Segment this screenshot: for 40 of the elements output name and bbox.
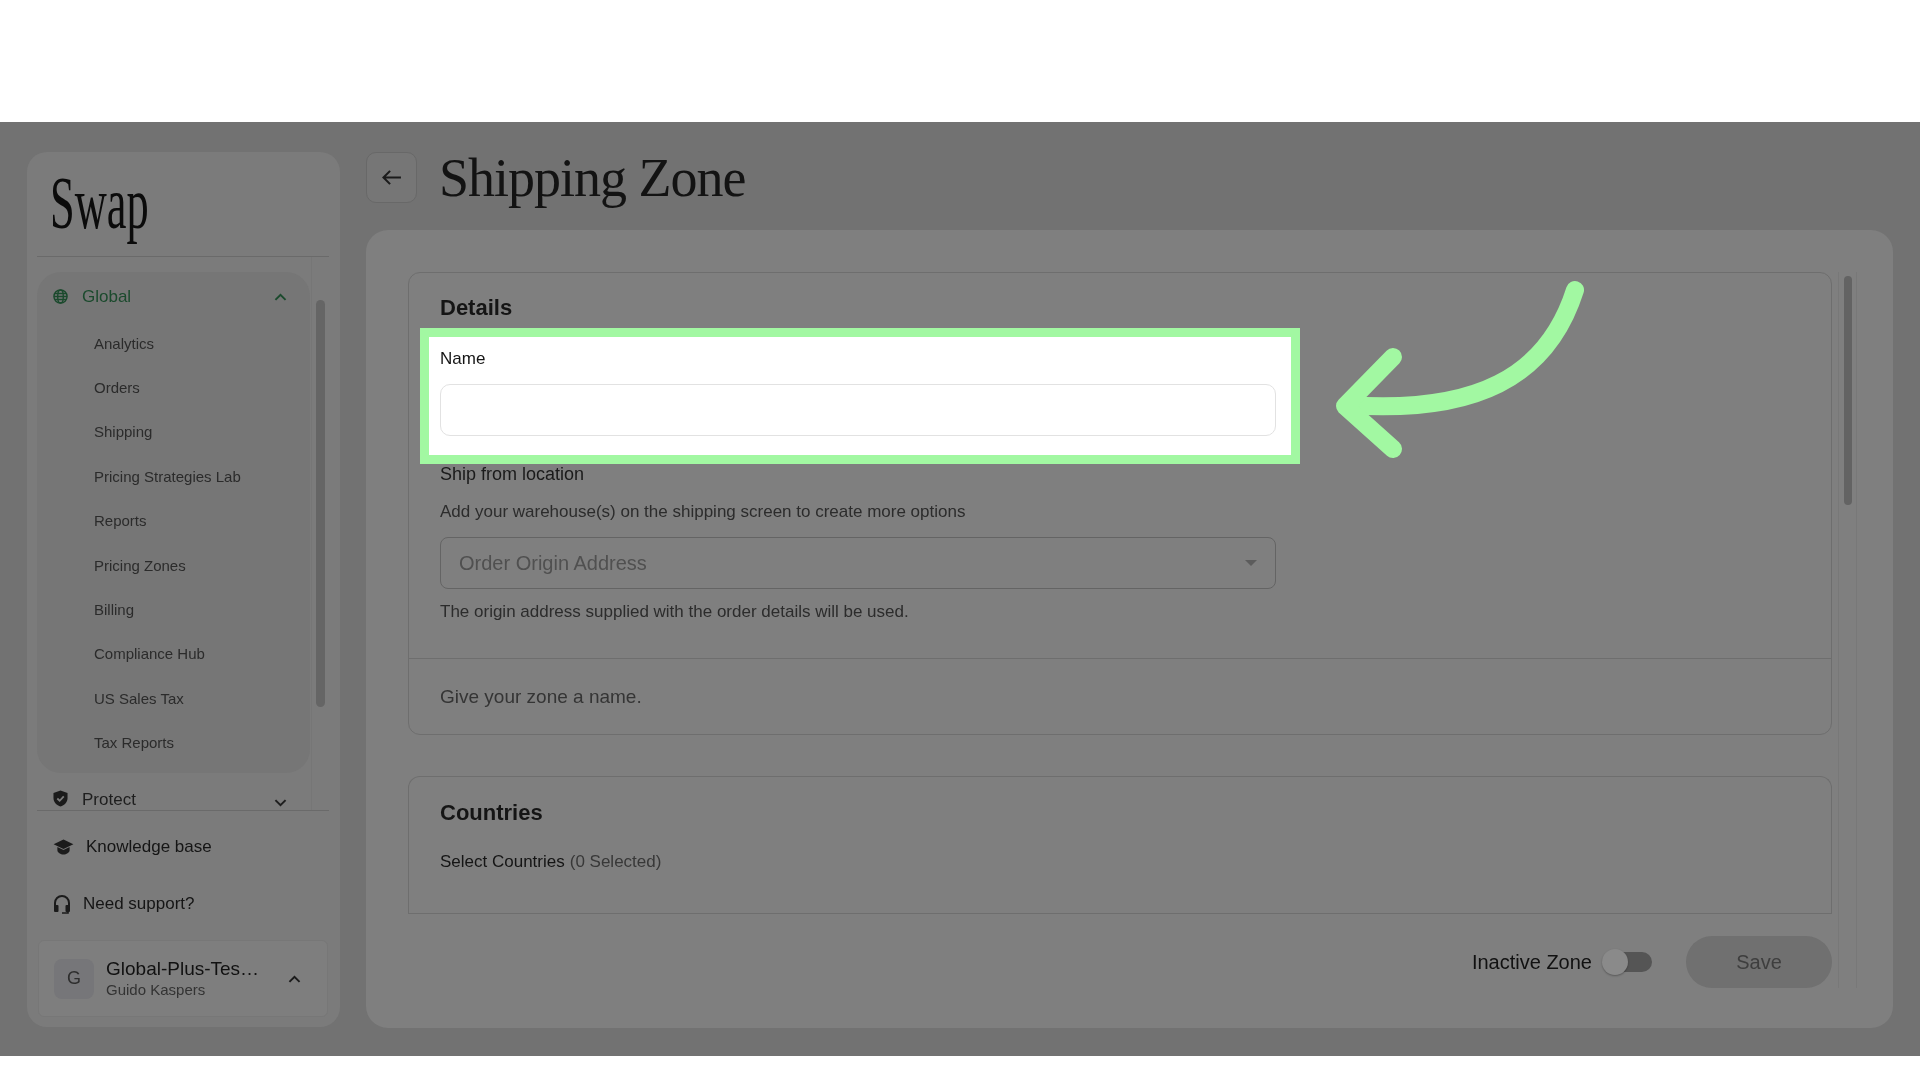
nav-group-header[interactable]: Protect	[37, 772, 310, 810]
globe-icon	[53, 289, 68, 304]
shield-check-icon	[53, 789, 68, 807]
page-title: Shipping Zone	[439, 147, 746, 208]
helper-text: The origin address supplied with the order details will be used.	[440, 601, 910, 623]
toggle-switch[interactable]	[1602, 949, 1652, 975]
section-title: Countries	[440, 799, 544, 827]
helper-text: Give your zone a name.	[440, 685, 642, 708]
back-button[interactable]	[366, 152, 417, 203]
nav-item[interactable]: Analytics	[37, 321, 310, 366]
sidebar-link[interactable]: Knowledge base	[37, 818, 329, 875]
selected-count: (0 Selected)	[569, 851, 662, 873]
dropdown-triangle-icon	[1245, 560, 1257, 566]
nav-item[interactable]: US Sales Tax	[37, 676, 310, 721]
headset-icon	[53, 893, 71, 914]
chevron-up-icon	[288, 974, 301, 983]
nav-item[interactable]: Reports	[37, 498, 310, 543]
scrollbar-thumb[interactable]	[1843, 276, 1852, 505]
avatar-initial: G	[54, 958, 94, 999]
field-label: Name	[440, 348, 487, 370]
account-name: Global-Plus-Tes…	[106, 958, 261, 980]
nav-item[interactable]: Billing	[37, 587, 310, 632]
name-input[interactable]	[440, 384, 1276, 436]
nav-group-header[interactable]: Global	[37, 272, 310, 321]
graduation-cap-icon	[53, 838, 74, 855]
nav-item[interactable]: Compliance Hub	[37, 631, 310, 677]
field-label: Ship from location	[440, 464, 586, 484]
nav-item[interactable]: Tax Reports	[37, 720, 310, 765]
nav-item[interactable]: Shipping	[37, 409, 310, 455]
section-title: Details	[440, 294, 514, 322]
nav-item[interactable]: Orders	[37, 365, 310, 410]
account-switcher[interactable]: G Global-Plus-Tes… Guido Kaspers	[38, 940, 328, 1017]
nav-item[interactable]: Pricing Strategies Lab	[37, 454, 310, 499]
toggle-label: Inactive Zone	[1471, 949, 1592, 975]
back-arrow-icon	[381, 169, 402, 186]
helper-text: Add your warehouse(s) on the shipping screen to create more options	[440, 501, 967, 523]
nav-item[interactable]: Pricing Zones	[37, 542, 310, 588]
field-label: Select Countries	[440, 851, 565, 873]
sidebar-link[interactable]: Need support?	[37, 875, 329, 932]
account-user: Guido Kaspers	[106, 980, 207, 999]
